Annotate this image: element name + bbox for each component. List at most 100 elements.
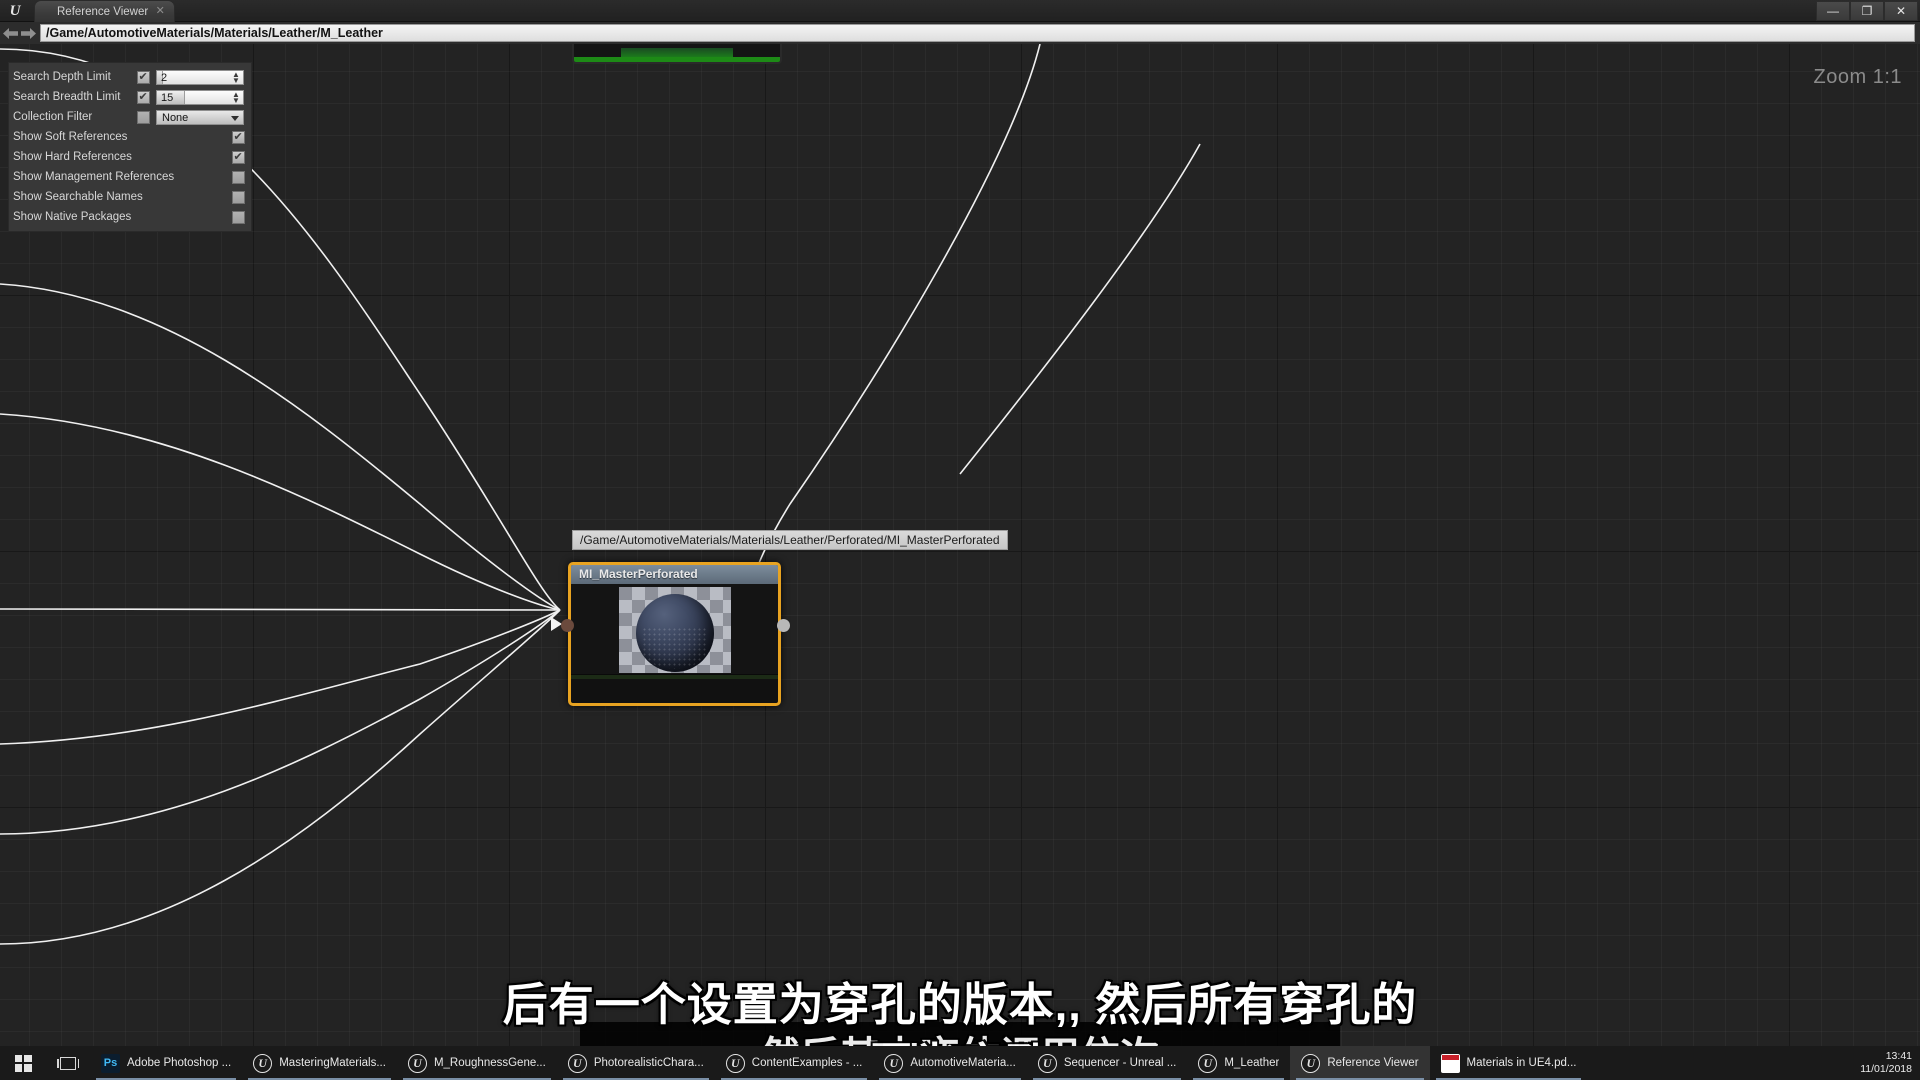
photoshop-icon: Ps xyxy=(101,1053,120,1073)
option-label: Show Management References xyxy=(13,171,175,183)
show-soft-references-checkbox[interactable] xyxy=(232,130,245,144)
unreal-engine-icon: U xyxy=(407,1053,427,1073)
unreal-engine-icon: U xyxy=(1037,1053,1057,1073)
unreal-engine-icon: U xyxy=(253,1053,273,1073)
tab-strip: Reference Viewer ✕ xyxy=(34,0,176,22)
taskbar-item-label: MasteringMaterials... xyxy=(279,1057,386,1069)
output-pin[interactable] xyxy=(777,619,790,632)
show-hard-references-checkbox[interactable] xyxy=(232,150,245,164)
unreal-reference-viewer-window: U Reference Viewer ✕ — ❐ ✕ /Game/Automot… xyxy=(0,0,1920,1080)
graph-node-mi-masterperforated[interactable]: MI_MasterPerforated xyxy=(551,562,790,706)
search-breadth-limit-spinner[interactable]: 15 ▲ ▼ xyxy=(156,89,244,105)
node-footer-bar xyxy=(574,57,780,62)
title-bar: U Reference Viewer ✕ — ❐ ✕ xyxy=(0,0,1920,22)
node-thumbnail-area xyxy=(571,584,778,674)
taskbar-item-sequencer[interactable]: U Sequencer - Unreal ... xyxy=(1027,1046,1188,1080)
option-row-collection-filter: Collection Filter None xyxy=(13,107,248,127)
pdf-icon xyxy=(1440,1053,1460,1073)
show-management-references-checkbox[interactable] xyxy=(232,170,245,184)
spinner-arrows-icon[interactable]: ▲ ▼ xyxy=(232,70,241,84)
node-footer-bar xyxy=(571,674,778,679)
search-depth-limit-checkbox[interactable] xyxy=(137,70,150,84)
option-row-search-breadth-limit: Search Breadth Limit 15 ▲▼ xyxy=(13,87,248,107)
taskbar-item-label: M_Leather xyxy=(1224,1057,1280,1069)
material-sphere-thumbnail-green xyxy=(621,48,733,57)
option-row-show-soft-references: Show Soft References xyxy=(13,127,248,147)
address-bar: /Game/AutomotiveMaterials/Materials/Leat… xyxy=(0,22,1920,44)
taskbar-item-label: PhotorealisticChara... xyxy=(593,1057,704,1069)
unreal-engine-icon: U xyxy=(567,1053,587,1073)
taskbar-item-automotivematerials[interactable]: U AutomotiveMateria... xyxy=(873,1046,1026,1080)
tab-reference-viewer[interactable]: Reference Viewer ✕ xyxy=(34,0,176,22)
unreal-engine-icon: U xyxy=(1198,1053,1218,1073)
option-label: Search Breadth Limit xyxy=(13,91,121,103)
collection-filter-dropdown[interactable]: None xyxy=(156,109,244,125)
forward-arrow-icon[interactable] xyxy=(20,27,36,40)
taskbar-item-label: M_RoughnessGene... xyxy=(433,1057,546,1069)
maximize-button[interactable]: ❐ xyxy=(1850,1,1884,21)
search-breadth-limit-checkbox[interactable] xyxy=(137,90,150,104)
taskbar-item-label: ContentExamples - ... xyxy=(751,1057,863,1069)
windows-taskbar: Ps Adobe Photoshop ... U MasteringMateri… xyxy=(0,1046,1920,1080)
search-breadth-limit-value: 15 xyxy=(161,91,174,104)
collection-filter-value: None xyxy=(162,111,189,124)
unreal-engine-icon: U xyxy=(1301,1053,1321,1073)
taskbar-item-label: AutomotiveMateria... xyxy=(910,1057,1016,1069)
taskbar-item-label: Adobe Photoshop ... xyxy=(127,1057,232,1069)
option-label: Show Native Packages xyxy=(13,211,132,223)
taskbar-item-label: Materials in UE4.pd... xyxy=(1466,1057,1577,1069)
taskbar-item-label: Reference Viewer xyxy=(1327,1057,1419,1069)
search-depth-limit-spinner[interactable]: 2 ▲ ▼ xyxy=(156,69,244,85)
taskbar-item-photoshop[interactable]: Ps Adobe Photoshop ... xyxy=(90,1046,242,1080)
minimize-button[interactable]: — xyxy=(1816,1,1850,21)
window-controls: — ❐ ✕ xyxy=(1816,0,1920,22)
option-label: Collection Filter xyxy=(13,111,93,123)
subtitle-main-line: 后有一个设置为穿孔的版本,, 然后所有穿孔的 xyxy=(502,979,1418,1030)
taskbar-item-reference-viewer[interactable]: U Reference Viewer xyxy=(1290,1046,1430,1080)
taskbar-item-m-leather[interactable]: U M_Leather xyxy=(1187,1046,1290,1080)
option-row-search-depth-limit: Search Depth Limit 2 ▲▼ xyxy=(13,67,248,87)
zoom-level-label: Zoom 1:1 xyxy=(1813,66,1902,88)
taskbar-item-photorealisticcharacter[interactable]: U PhotorealisticChara... xyxy=(557,1046,715,1080)
spinner-arrows-icon[interactable]: ▲ ▼ xyxy=(232,90,241,104)
option-label: Search Depth Limit xyxy=(13,71,111,83)
unreal-engine-icon: U xyxy=(884,1053,904,1073)
taskbar-item-label: Sequencer - Unreal ... xyxy=(1063,1057,1177,1069)
input-pin[interactable] xyxy=(561,619,574,632)
taskbar-item-materials-in-ue4-pdf[interactable]: Materials in UE4.pd... xyxy=(1430,1046,1588,1080)
show-native-packages-checkbox[interactable] xyxy=(232,210,245,224)
navigation-arrows xyxy=(3,25,37,42)
unreal-engine-icon: U xyxy=(725,1053,745,1073)
tab-close-icon[interactable]: ✕ xyxy=(154,4,166,18)
show-searchable-names-checkbox[interactable] xyxy=(232,190,245,204)
windows-start-icon[interactable] xyxy=(0,1046,46,1080)
close-button[interactable]: ✕ xyxy=(1884,1,1918,21)
search-depth-limit-value: 2 xyxy=(161,71,168,84)
taskbar-clock[interactable]: 13:41 11/01/2018 xyxy=(1860,1046,1912,1080)
search-options-panel: Search Depth Limit 2 ▲▼ Search Breadth L… xyxy=(8,62,252,232)
clock-time: 13:41 xyxy=(1885,1050,1912,1062)
back-arrow-icon[interactable] xyxy=(3,27,19,40)
collection-filter-checkbox[interactable] xyxy=(137,110,150,124)
chevron-down-icon[interactable] xyxy=(231,115,239,121)
taskbar-item-masteringmaterials[interactable]: U MasteringMaterials... xyxy=(242,1046,397,1080)
option-row-show-management-references: Show Management References xyxy=(13,167,248,187)
option-label: Show Searchable Names xyxy=(13,191,143,203)
material-sphere-thumbnail xyxy=(618,587,731,673)
sphere-preview xyxy=(635,594,714,672)
option-row-show-native-packages: Show Native Packages xyxy=(13,207,248,227)
reference-graph-canvas[interactable]: Zoom 1:1 /Game/AutomotiveMaterials/Mater… xyxy=(0,44,1920,1046)
unreal-engine-logo-icon: U xyxy=(9,3,21,19)
option-label: Show Hard References xyxy=(13,151,132,163)
node-title: MI_MasterPerforated xyxy=(571,565,778,584)
taskbar-item-m-roughnessgenerator[interactable]: U M_RoughnessGene... xyxy=(397,1046,557,1080)
clock-date: 11/01/2018 xyxy=(1860,1063,1912,1075)
tab-label: Reference Viewer xyxy=(57,6,149,18)
taskbar-item-contentexamples[interactable]: U ContentExamples - ... xyxy=(715,1046,874,1080)
graph-node-partial-top[interactable] xyxy=(572,44,782,64)
node-path-tooltip: /Game/AutomotiveMaterials/Materials/Leat… xyxy=(572,530,1008,550)
asset-path-field[interactable]: /Game/AutomotiveMaterials/Materials/Leat… xyxy=(40,24,1915,42)
option-label: Show Soft References xyxy=(13,131,128,143)
task-view-icon[interactable] xyxy=(46,1046,90,1080)
option-row-show-hard-references: Show Hard References xyxy=(13,147,248,167)
